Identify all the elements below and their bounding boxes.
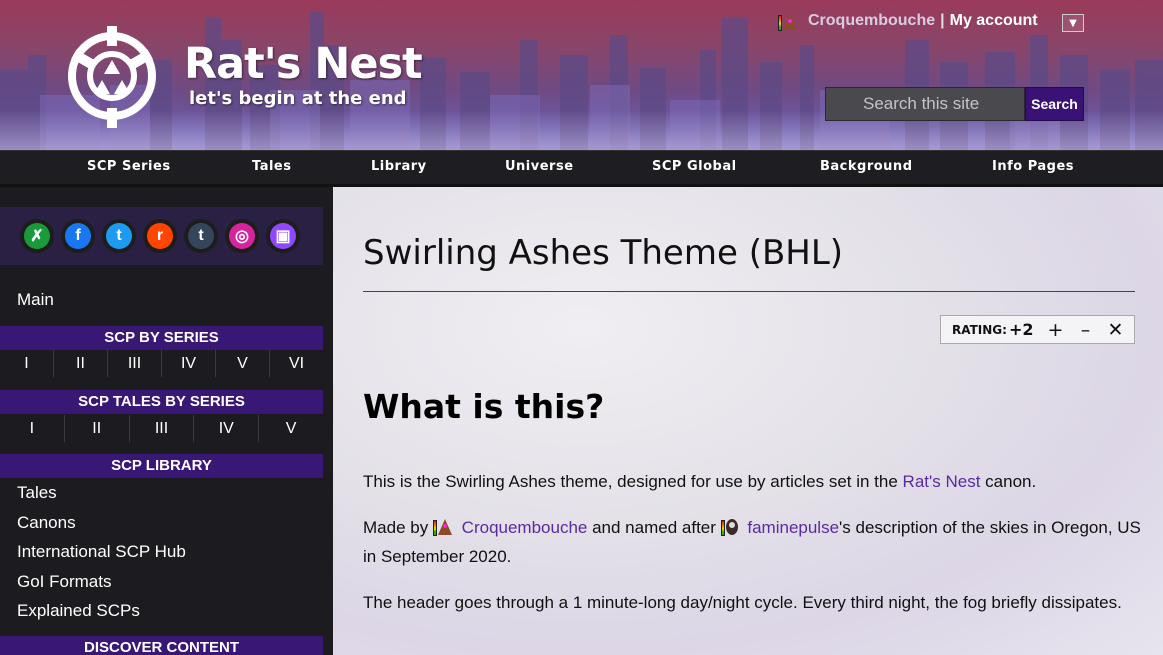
twitch-icon-glyph: ▣	[270, 223, 296, 249]
paragraph-header-cycle: The header goes through a 1 minute-long …	[363, 593, 1122, 612]
rating-module: RATING: +2 + – ✕	[940, 315, 1135, 344]
tale-series-links: I II III IV V	[0, 415, 323, 442]
paragraph-intro: This is the Swirling Ashes theme, design…	[363, 467, 1143, 496]
sidebar-item-tales[interactable]: Tales	[17, 483, 57, 503]
sidebar-heading-library: SCP LIBRARY	[0, 454, 323, 478]
reddit-icon-glyph: r	[147, 223, 173, 249]
search-input[interactable]: Search this site	[825, 87, 1025, 121]
paragraph-text: Made by	[363, 518, 433, 537]
croquembouche-link[interactable]: Croquembouche	[462, 518, 588, 537]
nav-library[interactable]: Library	[371, 159, 427, 174]
nav-tales[interactable]: Tales	[252, 159, 291, 174]
sidebar: ✗ f t r t ◎ ▣ Main SCP BY SERIES I II III IV V…	[0, 187, 333, 655]
tumblr-icon-glyph: t	[188, 223, 214, 249]
paragraph-text: This is the Swirling Ashes theme, design…	[363, 472, 903, 491]
top-navigation: SCP Series Tales Library Universe SCP Gl…	[0, 150, 1163, 187]
scp-logo-icon[interactable]	[64, 22, 160, 130]
site-tagline: let's begin at the end	[189, 88, 407, 109]
faminepulse-avatar-icon[interactable]	[720, 518, 739, 536]
main-content: Swirling Ashes Theme (BHL) RATING: +2 + …	[333, 187, 1163, 655]
series-link-1[interactable]: I	[0, 350, 53, 377]
page-title: Swirling Ashes Theme (BHL)	[363, 233, 844, 273]
reddit-icon[interactable]: r	[143, 219, 177, 253]
site-header: Rat's Nest let's begin at the end Croque…	[0, 0, 1163, 150]
search-button[interactable]: Search	[1025, 87, 1084, 121]
series-link-3[interactable]: III	[107, 350, 161, 377]
rate-up-button[interactable]: +	[1047, 319, 1064, 341]
instagram-icon[interactable]: ◎	[225, 219, 259, 253]
rate-cancel-button[interactable]: ✕	[1107, 319, 1124, 341]
account-bar: Croquembouche | My account	[778, 10, 1038, 32]
username-link[interactable]: Croquembouche	[808, 12, 935, 30]
tale-series-link-4[interactable]: IV	[193, 415, 258, 442]
nav-scp-global[interactable]: SCP Global	[652, 159, 737, 174]
nav-universe[interactable]: Universe	[505, 159, 574, 174]
sidebar-item-main[interactable]: Main	[17, 290, 54, 310]
nav-scp-series[interactable]: SCP Series	[87, 159, 171, 174]
nav-info-pages[interactable]: Info Pages	[992, 159, 1074, 174]
twitch-icon[interactable]: ▣	[266, 219, 300, 253]
faminepulse-link[interactable]: faminepulse	[747, 518, 839, 537]
rate-down-button[interactable]: –	[1077, 319, 1093, 341]
paragraph-credits: Made by Croquembouche and named after fa…	[363, 513, 1143, 571]
tale-series-link-3[interactable]: III	[128, 415, 194, 442]
section-heading: What is this?	[363, 387, 605, 426]
triangle-down-icon: ▼	[1069, 17, 1077, 29]
series-link-6[interactable]: VI	[269, 350, 323, 377]
tale-series-link-2[interactable]: II	[63, 415, 129, 442]
site-name[interactable]: Rat's Nest	[184, 38, 423, 90]
sidebar-heading-scp-by-series: SCP BY SERIES	[0, 326, 323, 350]
title-divider	[363, 291, 1135, 292]
rats-nest-link[interactable]: Rat's Nest	[903, 472, 981, 491]
series-link-4[interactable]: IV	[161, 350, 215, 377]
instagram-icon-glyph: ◎	[229, 223, 255, 249]
sidebar-item-international-hub[interactable]: International SCP Hub	[17, 542, 186, 562]
paragraph-text: and named after	[587, 518, 721, 537]
twitter-icon[interactable]: t	[102, 219, 136, 253]
twitter-icon-glyph: t	[106, 223, 132, 249]
tale-series-link-1[interactable]: I	[0, 415, 64, 442]
croquembouche-avatar-icon[interactable]	[432, 518, 453, 536]
sidebar-item-explained-scps[interactable]: Explained SCPs	[17, 601, 140, 621]
tale-series-link-5[interactable]: V	[258, 415, 323, 442]
series-link-2[interactable]: II	[53, 350, 107, 377]
social-links: ✗ f t r t ◎ ▣	[0, 207, 323, 265]
sidebar-item-canons[interactable]: Canons	[17, 513, 76, 533]
account-dropdown-button[interactable]: ▼	[1062, 14, 1084, 32]
paragraph-text: canon.	[980, 472, 1037, 491]
user-avatar-icon[interactable]	[778, 11, 798, 31]
series-link-5[interactable]: V	[215, 350, 269, 377]
facebook-icon-glyph: f	[65, 223, 91, 249]
tumblr-icon[interactable]: t	[184, 219, 218, 253]
series-links: I II III IV V VI	[0, 350, 323, 377]
sidebar-heading-tales-by-series: SCP TALES BY SERIES	[0, 390, 323, 414]
wikidot-icon-glyph: ✗	[24, 223, 50, 249]
nav-background[interactable]: Background	[820, 159, 913, 174]
sidebar-item-goi-formats[interactable]: GoI Formats	[17, 572, 111, 592]
rating-label: RATING:	[952, 322, 1007, 337]
my-account-link[interactable]: My account	[950, 12, 1038, 30]
facebook-icon[interactable]: f	[61, 219, 95, 253]
wikidot-icon[interactable]: ✗	[20, 219, 54, 253]
account-separator: |	[940, 12, 945, 29]
rating-value: +2	[1008, 320, 1034, 339]
sidebar-heading-discover: DISCOVER CONTENT	[0, 636, 323, 655]
